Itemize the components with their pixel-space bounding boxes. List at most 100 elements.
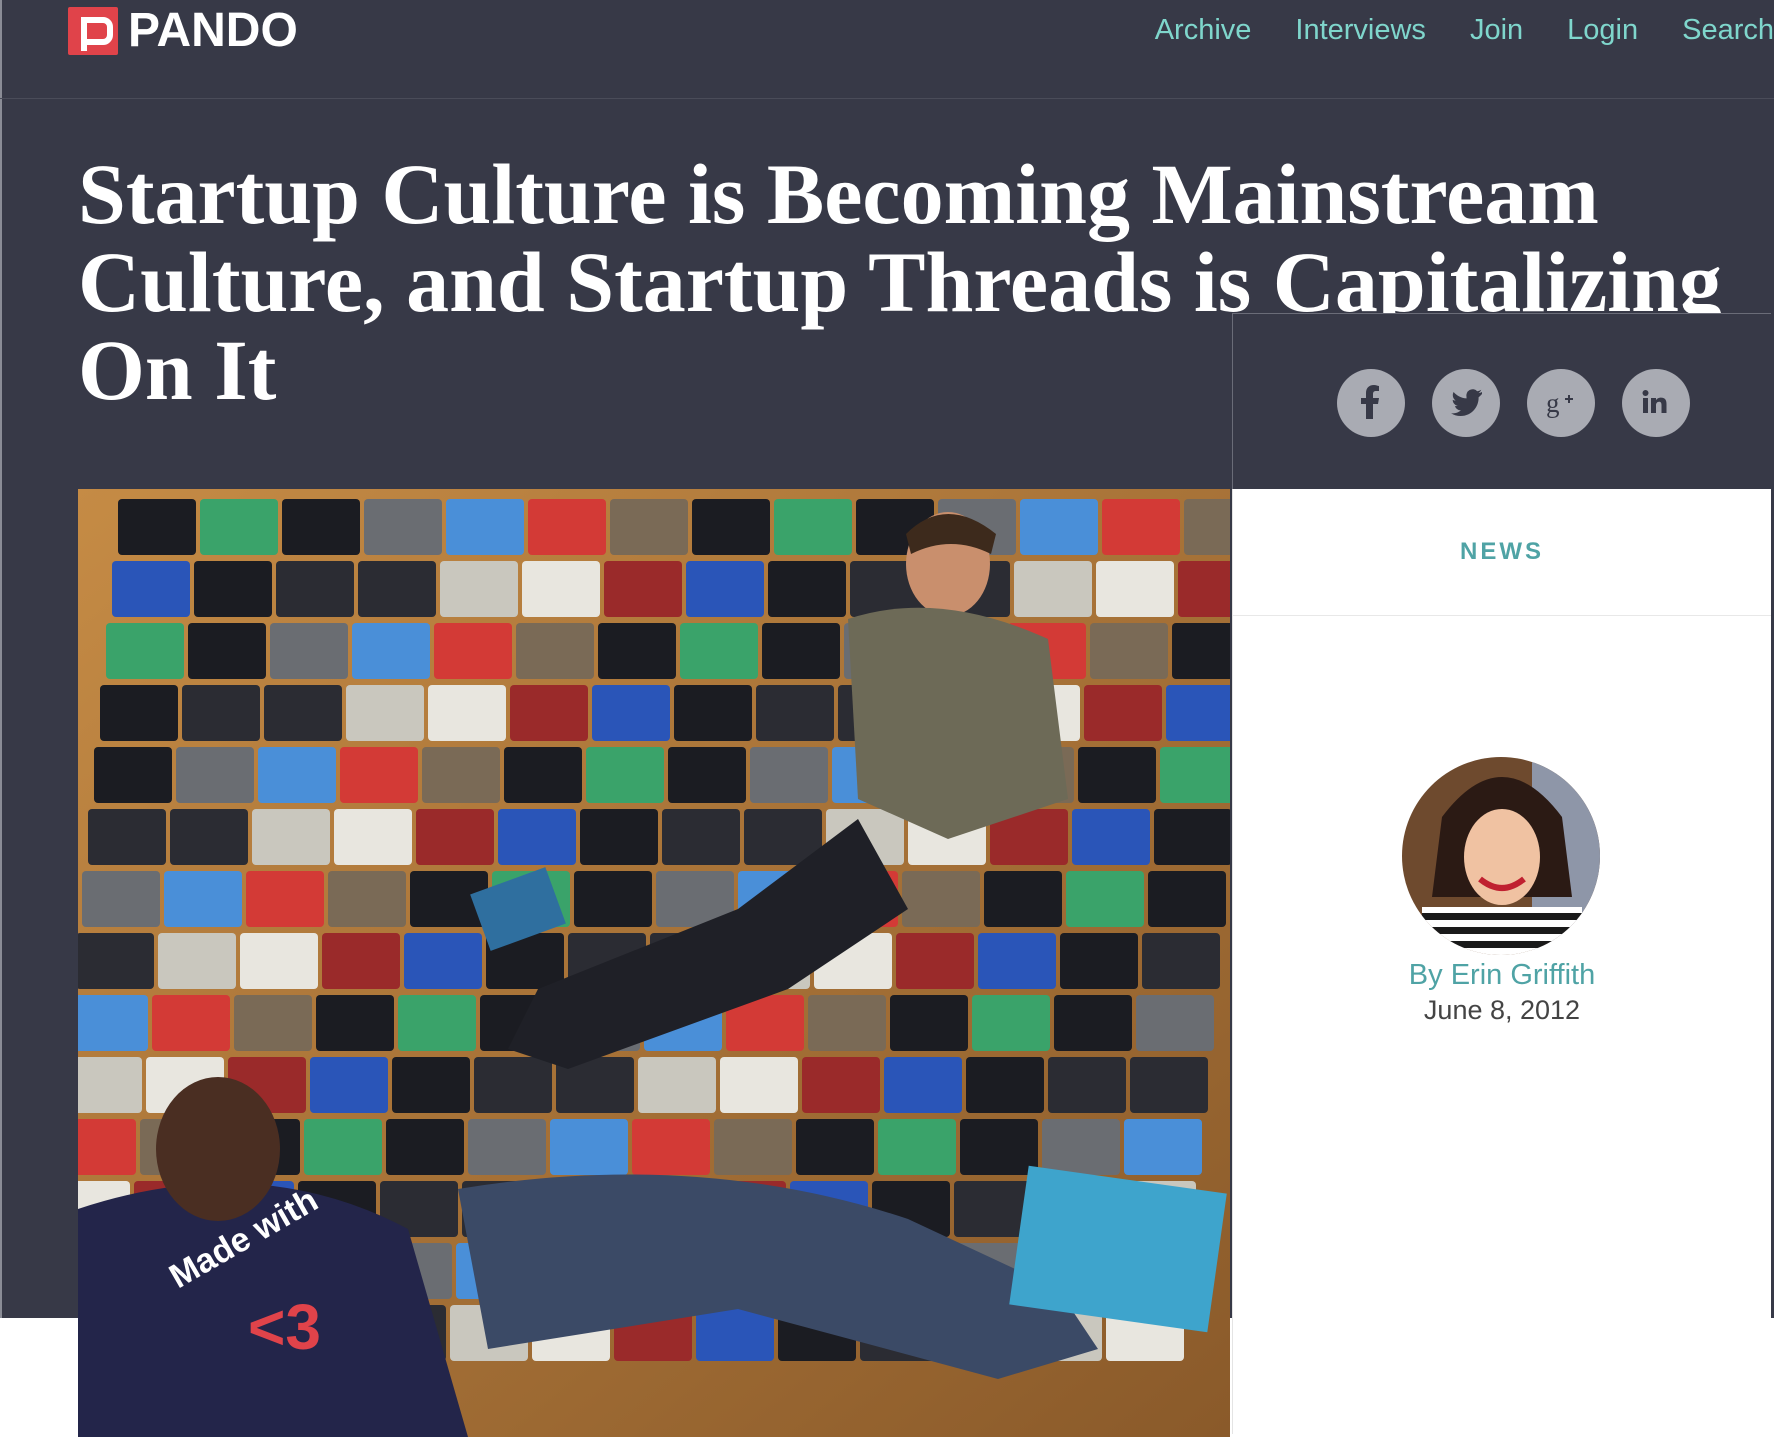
tshirt	[422, 747, 500, 803]
tshirt	[440, 561, 518, 617]
tshirt	[680, 623, 758, 679]
nav-archive[interactable]: Archive	[1155, 10, 1252, 50]
tshirt	[106, 623, 184, 679]
tshirt	[78, 933, 154, 989]
tshirt	[972, 995, 1050, 1051]
hero-photo: Made with <3	[78, 489, 1230, 1437]
tshirt	[574, 871, 652, 927]
logo-text: PANDO	[128, 4, 298, 57]
tshirt	[1130, 1057, 1208, 1113]
tshirt	[498, 809, 576, 865]
tshirt	[902, 871, 980, 927]
tshirt	[1178, 561, 1230, 617]
tshirt	[1048, 1057, 1126, 1113]
tshirt	[586, 747, 664, 803]
tshirt	[890, 995, 968, 1051]
tshirt	[364, 499, 442, 555]
tshirt	[170, 809, 248, 865]
author-avatar[interactable]	[1402, 757, 1600, 955]
tshirt	[398, 995, 476, 1051]
author-byline[interactable]: By Erin Griffith	[1233, 955, 1771, 995]
tshirt	[592, 685, 670, 741]
share-box: g	[1232, 313, 1771, 489]
nav-login[interactable]: Login	[1567, 10, 1638, 50]
tshirt	[428, 685, 506, 741]
tshirt	[446, 499, 524, 555]
tshirt	[158, 933, 236, 989]
tshirt	[188, 623, 266, 679]
tshirt	[510, 685, 588, 741]
article-sidebar: NEWS By Erin Griffith June 8, 2012	[1232, 489, 1771, 1434]
tshirt	[474, 1057, 552, 1113]
tshirt	[100, 685, 178, 741]
twitter-share-button[interactable]	[1432, 369, 1500, 437]
tshirt	[346, 685, 424, 741]
article-hero-image: Made with <3	[78, 489, 1230, 1437]
tshirt	[1154, 809, 1230, 865]
tshirt	[774, 499, 852, 555]
tshirt	[78, 1119, 136, 1175]
google-plus-icon: g	[1546, 388, 1573, 418]
tshirt	[78, 995, 148, 1051]
tshirt	[392, 1057, 470, 1113]
tshirt	[978, 933, 1056, 989]
tshirt	[632, 1119, 710, 1175]
tshirt	[200, 499, 278, 555]
tshirt	[756, 685, 834, 741]
category-label[interactable]: NEWS	[1460, 538, 1544, 566]
tshirt	[1096, 561, 1174, 617]
google-plus-share-button[interactable]: g	[1527, 369, 1595, 437]
tshirt	[1084, 685, 1162, 741]
tshirt	[82, 871, 160, 927]
tshirt	[750, 747, 828, 803]
facebook-share-button[interactable]	[1337, 369, 1405, 437]
tshirt	[276, 561, 354, 617]
tshirt	[94, 747, 172, 803]
nav-search[interactable]: Search	[1682, 10, 1774, 50]
tshirt	[1160, 747, 1230, 803]
share-buttons: g	[1337, 369, 1717, 437]
tshirt	[878, 1119, 956, 1175]
tshirt	[352, 623, 430, 679]
tshirt	[1060, 933, 1138, 989]
tshirt	[252, 809, 330, 865]
tshirt	[240, 933, 318, 989]
tshirt	[884, 1057, 962, 1113]
tshirt	[1066, 871, 1144, 927]
tshirt	[404, 933, 482, 989]
twitter-icon	[1451, 389, 1482, 416]
tshirt	[528, 499, 606, 555]
tshirt	[1172, 623, 1230, 679]
tshirt	[1090, 623, 1168, 679]
tshirt	[468, 1119, 546, 1175]
nav-interviews[interactable]: Interviews	[1295, 10, 1426, 50]
tshirt	[246, 871, 324, 927]
tshirt	[984, 871, 1062, 927]
tshirt	[194, 561, 272, 617]
nav-join[interactable]: Join	[1470, 10, 1523, 50]
tshirt	[176, 747, 254, 803]
tshirt	[78, 1057, 142, 1113]
tshirt	[182, 685, 260, 741]
tshirt	[604, 561, 682, 617]
tshirt	[1072, 809, 1150, 865]
tshirt	[118, 499, 196, 555]
tshirt	[264, 685, 342, 741]
tshirt	[1148, 871, 1226, 927]
tshirt	[580, 809, 658, 865]
tshirt	[1042, 1119, 1120, 1175]
tshirt	[662, 809, 740, 865]
pando-logo[interactable]: PANDO	[68, 7, 298, 55]
tshirt	[808, 995, 886, 1051]
tshirt	[1142, 933, 1220, 989]
tshirt	[304, 1119, 382, 1175]
tshirt	[310, 1057, 388, 1113]
tshirt	[416, 809, 494, 865]
tshirt	[516, 623, 594, 679]
tshirt	[720, 1057, 798, 1113]
tshirt	[1078, 747, 1156, 803]
tshirt	[316, 995, 394, 1051]
tshirt	[674, 685, 752, 741]
tshirt	[802, 1057, 880, 1113]
linkedin-share-button[interactable]	[1622, 369, 1690, 437]
